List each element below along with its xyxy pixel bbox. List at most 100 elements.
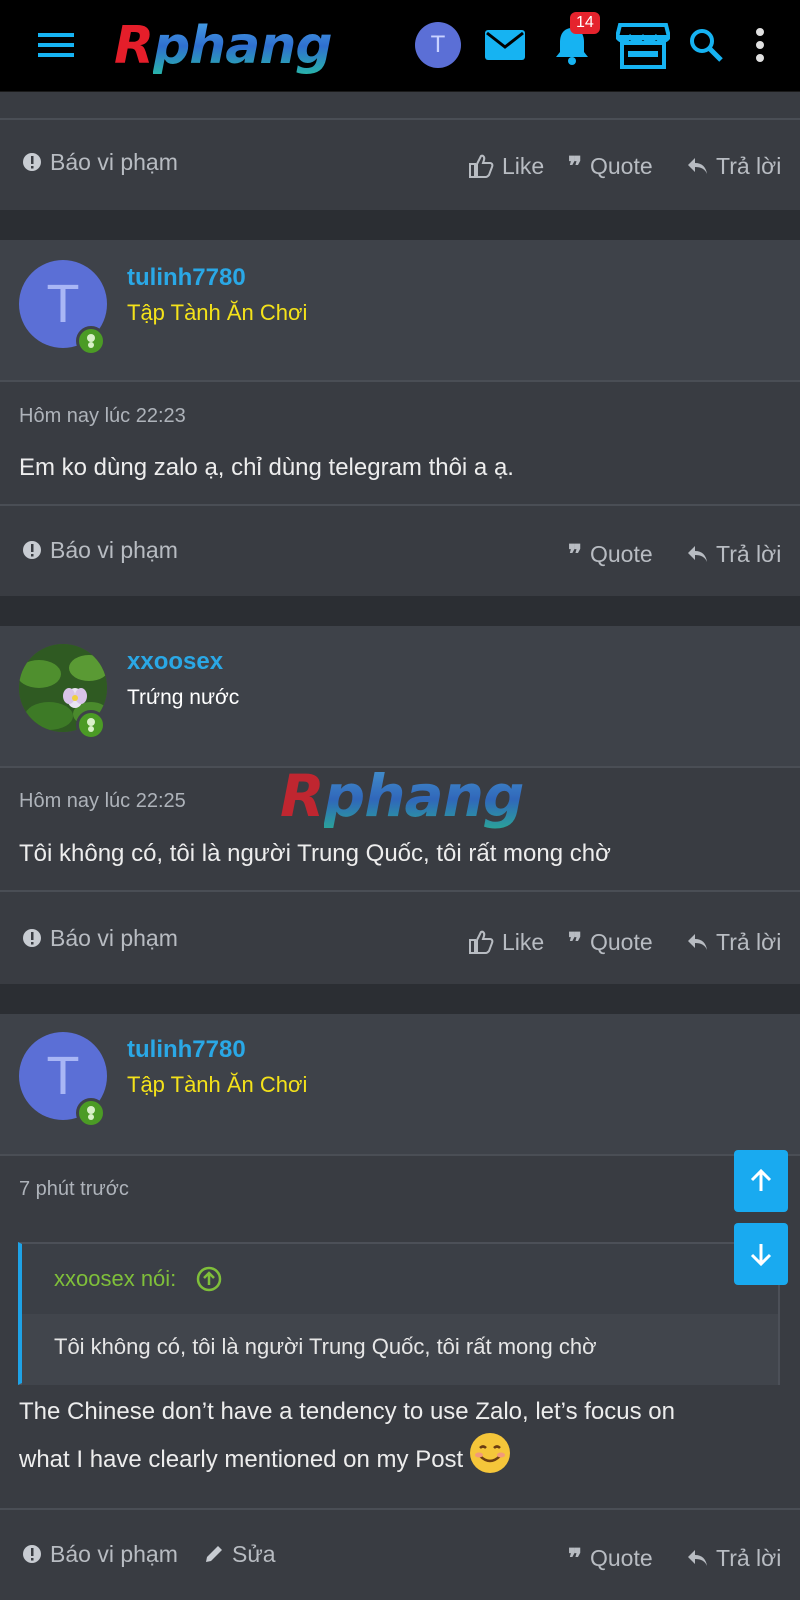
edit-button[interactable]: Sửa	[204, 1534, 276, 1574]
edit-label: Sửa	[232, 1540, 276, 1567]
alert-icon	[23, 1545, 41, 1563]
post-timestamp[interactable]: Hôm nay lúc 22:23	[19, 405, 186, 428]
reply-label: Trả lời	[716, 1544, 782, 1571]
quote-button[interactable]: ❞ Quote	[568, 1538, 653, 1578]
divider	[0, 118, 800, 120]
quote-button[interactable]: ❞ Quote	[568, 922, 653, 962]
report-label: Báo vi phạm	[50, 1540, 178, 1567]
store-icon[interactable]	[614, 20, 672, 70]
reply-label: Trả lời	[716, 540, 782, 567]
watermark-text: phang	[323, 762, 525, 830]
mail-icon[interactable]	[482, 20, 528, 70]
quote-text: Tôi không có, tôi là người Trung Quốc, t…	[54, 1334, 597, 1359]
divider	[0, 380, 800, 382]
quote-label: Quote	[590, 1544, 653, 1571]
quote-icon: ❞	[568, 926, 582, 957]
username-link[interactable]: tulinh7780	[127, 264, 246, 292]
post-author-header: T tulinh7780 Tập Tành Ăn Chơi	[0, 240, 800, 380]
pencil-icon	[206, 1546, 222, 1562]
site-logo[interactable]: Rphang	[114, 16, 333, 76]
reply-label: Trả lời	[716, 152, 782, 179]
reply-icon	[688, 158, 707, 174]
previous-post-footer: Báo vi phạm Like ❞ Quote Trả lời	[0, 92, 800, 210]
scroll-to-bottom-button[interactable]	[734, 1223, 788, 1285]
rphang-watermark: Rphang	[280, 762, 525, 830]
report-button[interactable]: Báo vi phạm	[22, 1534, 178, 1574]
divider	[0, 1154, 800, 1156]
report-label: Báo vi phạm	[50, 924, 178, 951]
divider	[0, 1508, 800, 1510]
like-button[interactable]: Like	[468, 146, 544, 186]
post-actions: Báo vi phạm Like ❞ Quote Trả lời	[0, 918, 800, 958]
quote-header[interactable]: xxoosex nói:	[22, 1244, 778, 1314]
post-actions: Báo vi phạm Like ❞ Quote Trả lời	[0, 142, 800, 182]
top-navigation-bar: Rphang T 14	[0, 0, 800, 92]
user-rank-title: Tập Tành Ăn Chơi	[127, 300, 308, 325]
reply-button[interactable]: Trả lời	[686, 534, 781, 574]
more-vertical-icon[interactable]	[746, 20, 774, 70]
divider	[0, 504, 800, 506]
thumbs-up-icon	[469, 930, 494, 954]
reply-button[interactable]: Trả lời	[686, 1538, 781, 1578]
alert-icon	[23, 929, 41, 947]
reply-label: Trả lời	[716, 928, 782, 955]
account-button[interactable]: T	[414, 20, 462, 70]
account-avatar: T	[415, 22, 461, 68]
post-actions: Báo vi phạm ❞ Quote Trả lời	[0, 530, 800, 570]
reply-icon	[688, 1550, 707, 1566]
quote-icon: ❞	[568, 538, 582, 569]
divider	[0, 890, 800, 892]
bell-icon[interactable]: 14	[550, 12, 600, 70]
quote-button[interactable]: ❞ Quote	[568, 534, 653, 574]
quote-label: Quote	[590, 540, 653, 567]
quote-author[interactable]: xxoosex nói:	[54, 1266, 176, 1292]
alert-icon	[23, 153, 41, 171]
menu-icon[interactable]	[34, 20, 78, 70]
user-rank-title: Tập Tành Ăn Chơi	[127, 1072, 308, 1097]
report-label: Báo vi phạm	[50, 148, 178, 175]
post-item: T tulinh7780 Tập Tành Ăn Chơi 7 phút trư…	[0, 1014, 800, 1600]
smiling-face-emoji-icon	[469, 1433, 510, 1473]
post-timestamp[interactable]: Hôm nay lúc 22:25	[19, 790, 186, 813]
online-status-icon	[76, 326, 106, 356]
search-icon[interactable]	[686, 20, 726, 70]
post-message: Tôi không có, tôi là người Trung Quốc, t…	[19, 840, 611, 867]
post-timestamp[interactable]: 7 phút trước	[19, 1178, 129, 1201]
quote-icon: ❞	[568, 150, 582, 181]
username-link[interactable]: xxoosex	[127, 648, 223, 676]
arrow-up-circle-icon	[196, 1266, 222, 1292]
reply-button[interactable]: Trả lời	[686, 922, 781, 962]
quote-button[interactable]: ❞ Quote	[568, 146, 653, 186]
quote-block: xxoosex nói: Tôi không có, tôi là người …	[18, 1242, 780, 1385]
reply-icon	[688, 546, 707, 562]
post-message-line: The Chinese don’t have a tendency to use…	[19, 1398, 675, 1425]
post-author-header: T tulinh7780 Tập Tành Ăn Chơi	[0, 1014, 800, 1154]
report-button[interactable]: Báo vi phạm	[22, 530, 178, 570]
notification-count-badge: 14	[570, 12, 600, 34]
watermark-letter: R	[280, 762, 325, 830]
arrow-down-icon	[750, 1244, 772, 1267]
post-item: T tulinh7780 Tập Tành Ăn Chơi Hôm nay lú…	[0, 240, 800, 596]
quote-icon: ❞	[568, 1542, 582, 1573]
post-message-line: what I have clearly mentioned on my Post	[19, 1446, 464, 1473]
scroll-to-top-button[interactable]	[734, 1150, 788, 1212]
quote-label: Quote	[590, 152, 653, 179]
report-button[interactable]: Báo vi phạm	[22, 918, 178, 958]
reply-button[interactable]: Trả lời	[686, 146, 781, 186]
post-actions: Báo vi phạm Sửa ❞ Quote Trả lời	[0, 1534, 800, 1574]
alert-icon	[23, 541, 41, 559]
post-message: what I have clearly mentioned on my Post	[19, 1433, 510, 1482]
post-author-header: xxoosex Trứng nước	[0, 626, 800, 766]
quote-body: Tôi không có, tôi là người Trung Quốc, t…	[22, 1314, 778, 1385]
logo-text: phang	[153, 16, 333, 76]
username-link[interactable]: tulinh7780	[127, 1036, 246, 1064]
arrow-up-icon	[750, 1168, 772, 1191]
like-label: Like	[502, 152, 545, 179]
like-button[interactable]: Like	[468, 922, 544, 962]
thumbs-up-icon	[469, 154, 494, 178]
user-rank-title: Trứng nước	[127, 686, 240, 709]
report-button[interactable]: Báo vi phạm	[22, 142, 178, 182]
reply-icon	[688, 934, 707, 950]
logo-letter: R	[114, 16, 154, 76]
report-label: Báo vi phạm	[50, 536, 178, 563]
